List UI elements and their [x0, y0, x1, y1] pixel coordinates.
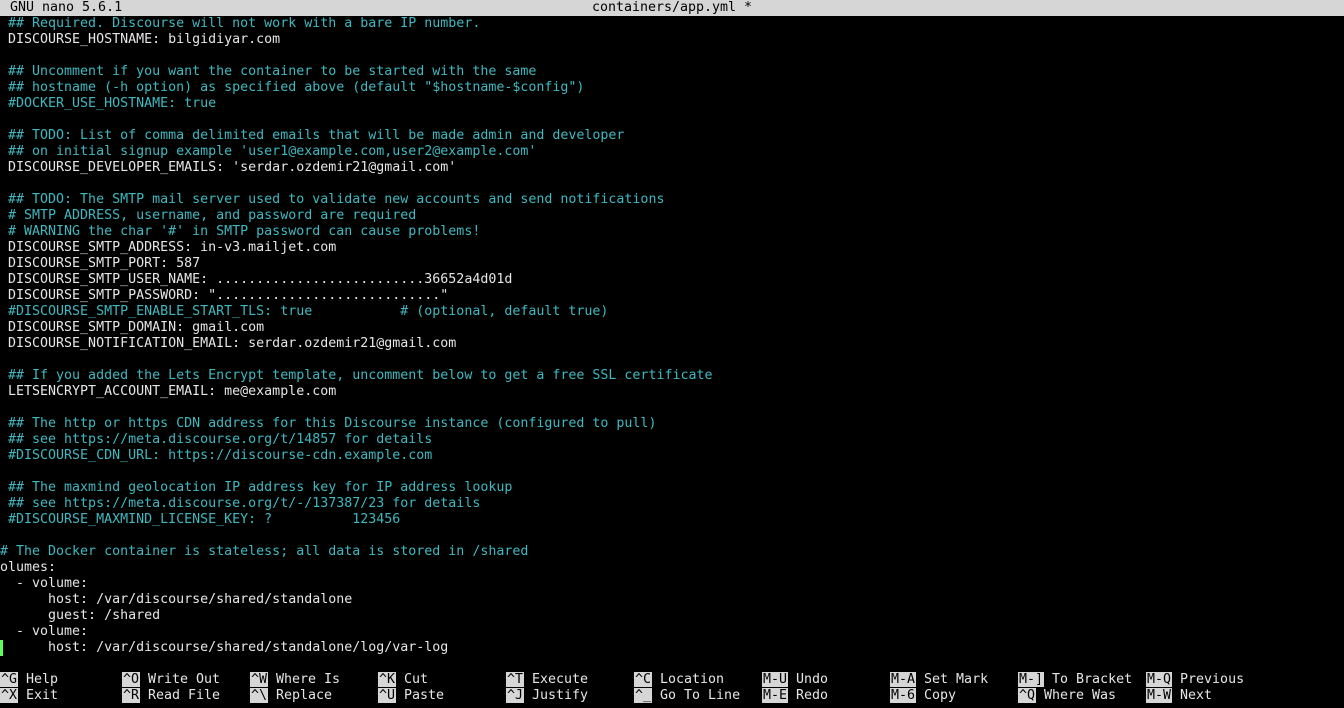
- shortcut-label: Copy: [924, 688, 957, 703]
- editor-line[interactable]: #DISCOURSE_MAXMIND_LICENSE_KEY: ? 123456: [0, 512, 400, 528]
- editor-line[interactable]: DISCOURSE_SMTP_PORT: 587: [0, 256, 200, 272]
- editor-line[interactable]: DISCOURSE_NOTIFICATION_EMAIL: serdar.ozd…: [0, 336, 456, 352]
- title-bar: GNU nano 5.6.1 containers/app.yml *: [0, 0, 1344, 16]
- shortcut-key: M-6: [890, 688, 917, 703]
- shortcut-item[interactable]: ^O Write Out: [122, 672, 220, 688]
- editor-buffer[interactable]: ## Required. Discourse will not work wit…: [0, 16, 1344, 660]
- editor-line[interactable]: ## on initial signup example 'user1@exam…: [0, 144, 536, 160]
- shortcut-key: M-E: [762, 688, 789, 703]
- shortcut-label: To Bracket: [1052, 672, 1133, 687]
- shortcut-item[interactable]: ^G Help: [0, 672, 58, 688]
- shortcut-label: Next: [1180, 688, 1213, 703]
- shortcut-item[interactable]: M-A Set Mark: [890, 672, 988, 688]
- shortcut-key: M-Q: [1146, 672, 1173, 687]
- editor-line[interactable]: LETSENCRYPT_ACCOUNT_EMAIL: me@example.co…: [0, 384, 336, 400]
- editor-line[interactable]: ## The http or https CDN address for thi…: [0, 416, 656, 432]
- shortcut-bar: ^G Help ^X Exit ^O Write Out ^R Read File ^W Wher…: [0, 672, 1344, 704]
- shortcut-label: Location: [660, 672, 725, 687]
- shortcut-item[interactable]: M-E Redo: [762, 688, 828, 704]
- shortcut-label: Previous: [1180, 672, 1245, 687]
- shortcut-label: Redo: [796, 688, 829, 703]
- shortcut-item[interactable]: ^Q Where Was: [1018, 688, 1116, 704]
- editor-line[interactable]: #DISCOURSE_SMTP_ENABLE_START_TLS: true #…: [0, 304, 608, 320]
- shortcut-label: Set Mark: [924, 672, 989, 687]
- editor-line[interactable]: ## TODO: List of comma delimited emails …: [0, 128, 624, 144]
- shortcut-item[interactable]: ^T Execute: [506, 672, 588, 688]
- editor-line[interactable]: ## TODO: The SMTP mail server used to va…: [0, 192, 664, 208]
- shortcut-label: Where Was: [1044, 688, 1117, 703]
- shortcut-item[interactable]: ^U Paste: [378, 688, 444, 704]
- editor-line[interactable]: DISCOURSE_HOSTNAME: bilgidiyar.com: [0, 32, 280, 48]
- editor-line[interactable]: #DOCKER_USE_HOSTNAME: true: [0, 96, 216, 112]
- editor-line[interactable]: host: /var/discourse/shared/standalone: [0, 592, 352, 608]
- shortcut-key: ^G: [0, 672, 19, 687]
- editor-line[interactable]: # SMTP ADDRESS, username, and password a…: [0, 208, 416, 224]
- editor-line[interactable]: DISCOURSE_SMTP_USER_NAME: ..............…: [0, 272, 512, 288]
- editor-line[interactable]: ## Required. Discourse will not work wit…: [0, 16, 480, 32]
- shortcut-item[interactable]: M-6 Copy: [890, 688, 956, 704]
- file-name: containers/app.yml *: [591, 0, 753, 15]
- editor-line[interactable]: ## If you added the Lets Encrypt templat…: [0, 368, 712, 384]
- editor-line[interactable]: ## Uncomment if you want the container t…: [0, 64, 536, 80]
- shortcut-label: Undo: [796, 672, 829, 687]
- shortcut-label: Go To Line: [660, 688, 741, 703]
- shortcut-label: Paste: [404, 688, 445, 703]
- shortcut-key: ^X: [0, 688, 19, 703]
- shortcut-label: Write Out: [148, 672, 221, 687]
- editor-line[interactable]: ## hostname (-h option) as specified abo…: [0, 80, 584, 96]
- editor-line[interactable]: ## The maxmind geolocation IP address ke…: [0, 480, 512, 496]
- editor-line[interactable]: # The Docker container is stateless; all…: [0, 544, 528, 560]
- editor-line[interactable]: DISCOURSE_SMTP_ADDRESS: in-v3.mailjet.co…: [0, 240, 336, 256]
- shortcut-key: ^R: [122, 688, 141, 703]
- shortcut-key: ^Q: [1018, 688, 1037, 703]
- shortcut-key: M-A: [890, 672, 917, 687]
- shortcut-label: Justify: [532, 688, 589, 703]
- shortcut-item[interactable]: ^_ Go To Line: [634, 688, 740, 704]
- shortcut-label: Cut: [404, 672, 429, 687]
- shortcut-key: M-]: [1018, 672, 1045, 687]
- shortcut-key: ^_: [634, 688, 653, 703]
- editor-line[interactable]: ## see https://meta.discourse.org/t/-/13…: [0, 496, 480, 512]
- shortcut-item[interactable]: ^W Where Is: [250, 672, 340, 688]
- editor-line[interactable]: DISCOURSE_DEVELOPER_EMAILS: 'serdar.ozde…: [0, 160, 456, 176]
- editor-line[interactable]: ## see https://meta.discourse.org/t/1485…: [0, 432, 432, 448]
- shortcut-label: Read File: [148, 688, 221, 703]
- shortcut-item[interactable]: ^R Read File: [122, 688, 220, 704]
- shortcut-key: ^U: [378, 688, 397, 703]
- shortcut-label: Execute: [532, 672, 589, 687]
- editor-line[interactable]: olumes:: [0, 560, 56, 576]
- shortcut-label: Where Is: [276, 672, 341, 687]
- shortcut-item[interactable]: M-W Next: [1146, 688, 1212, 704]
- shortcut-item[interactable]: ^K Cut: [378, 672, 428, 688]
- shortcut-key: M-U: [762, 672, 789, 687]
- shortcut-key: ^K: [378, 672, 397, 687]
- shortcut-item[interactable]: M-Q Previous: [1146, 672, 1244, 688]
- shortcut-item[interactable]: M-] To Bracket: [1018, 672, 1132, 688]
- shortcut-item[interactable]: ^J Justify: [506, 688, 588, 704]
- text-cursor: [0, 640, 3, 656]
- shortcut-item[interactable]: M-U Undo: [762, 672, 828, 688]
- editor-line[interactable]: #DISCOURSE_CDN_URL: https://discourse-cd…: [0, 448, 432, 464]
- shortcut-item[interactable]: ^C Location: [634, 672, 724, 688]
- shortcut-item[interactable]: ^\ Replace: [250, 688, 332, 704]
- shortcut-key: ^J: [506, 688, 525, 703]
- editor-line[interactable]: - volume:: [0, 576, 88, 592]
- editor-line[interactable]: DISCOURSE_SMTP_DOMAIN: gmail.com: [0, 320, 264, 336]
- editor-line[interactable]: DISCOURSE_SMTP_PASSWORD: "..............…: [0, 288, 448, 304]
- editor-line[interactable]: - volume:: [0, 624, 88, 640]
- shortcut-key: ^O: [122, 672, 141, 687]
- shortcut-label: Help: [26, 672, 59, 687]
- editor-line[interactable]: host: /var/discourse/shared/standalone/l…: [0, 640, 448, 656]
- shortcut-key: ^W: [250, 672, 269, 687]
- shortcut-key: ^C: [634, 672, 653, 687]
- shortcut-item[interactable]: ^X Exit: [0, 688, 58, 704]
- shortcut-key: ^\: [250, 688, 269, 703]
- shortcut-label: Replace: [276, 688, 333, 703]
- editor-line[interactable]: guest: /shared: [0, 608, 160, 624]
- shortcut-key: ^T: [506, 672, 525, 687]
- shortcut-key: M-W: [1146, 688, 1173, 703]
- editor-line[interactable]: # WARNING the char '#' in SMTP password …: [0, 224, 480, 240]
- shortcut-label: Exit: [26, 688, 59, 703]
